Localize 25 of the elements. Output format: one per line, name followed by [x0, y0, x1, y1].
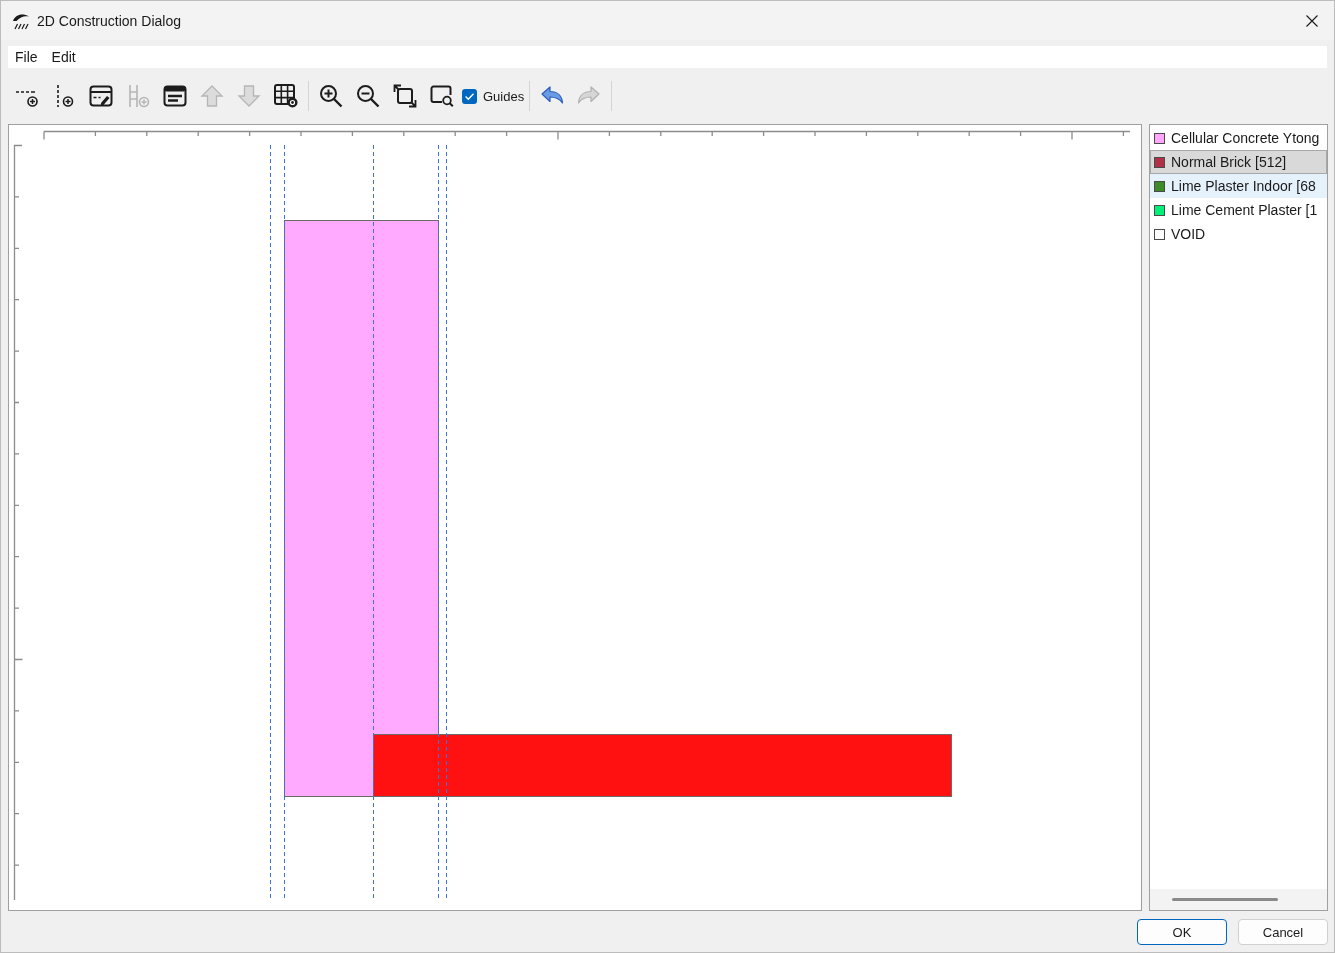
horizontal-scrollbar[interactable] — [1150, 889, 1327, 910]
grid-gear-icon — [274, 84, 298, 108]
dialog-button[interactable]: Cancel — [1238, 919, 1328, 945]
zoom-fit-icon — [393, 84, 417, 108]
vertical-dimension-plus-icon — [126, 84, 150, 108]
material-list-item[interactable]: Normal Brick [512] — [1150, 150, 1327, 174]
window-title: 2D Construction Dialog — [37, 12, 181, 29]
table-pencil-icon — [89, 84, 113, 108]
close-icon — [1306, 14, 1318, 27]
up-arrow-icon — [200, 84, 224, 108]
dialog-button[interactable]: OK — [1137, 919, 1227, 945]
material-list-item[interactable]: Cellular Concrete Ytong — [1150, 126, 1327, 150]
checkbox-label[interactable]: Guides — [483, 88, 525, 104]
material-list-item[interactable]: Lime Cement Plaster [1 — [1150, 198, 1327, 222]
down-arrow-icon — [237, 84, 261, 108]
menu-item[interactable]: File — [8, 49, 45, 65]
material-list-item[interactable]: VOID — [1150, 222, 1327, 246]
menu-item[interactable]: Edit — [44, 49, 83, 65]
material-list-item[interactable]: Lime Plaster Indoor [68 — [1150, 174, 1327, 198]
zoom-in-icon — [319, 84, 343, 108]
rectangle-magnifier-icon — [430, 84, 454, 108]
window-lines-icon — [163, 84, 187, 108]
zoom-out-icon — [356, 84, 380, 108]
scrollbar-thumb[interactable] — [1172, 898, 1278, 901]
checkbox[interactable] — [462, 88, 477, 104]
